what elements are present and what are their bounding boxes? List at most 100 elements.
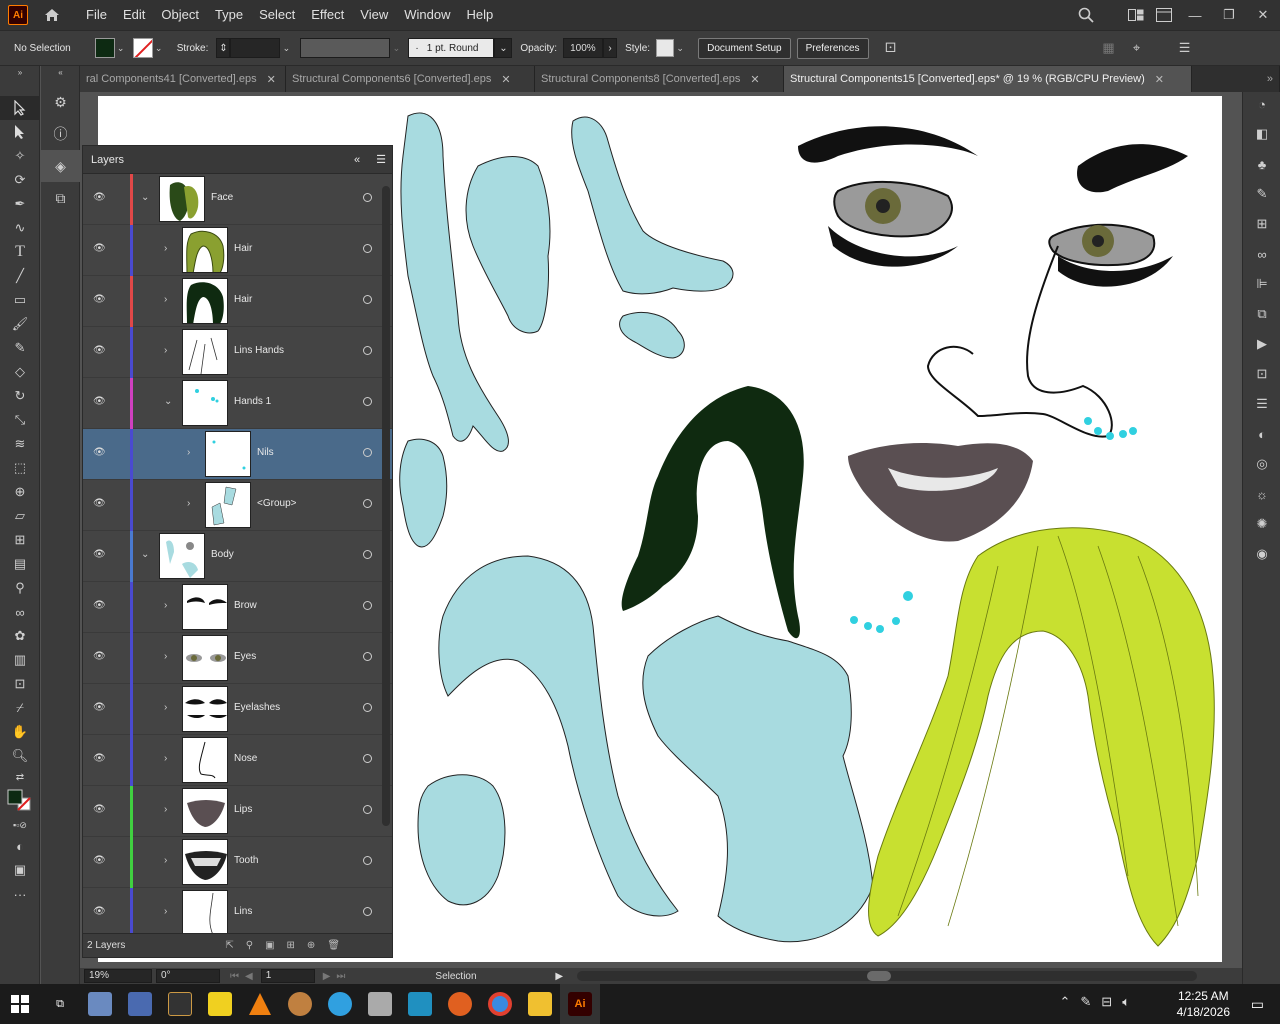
layers-panel-icon[interactable]: ◈	[41, 150, 80, 182]
visibility-eye-icon[interactable]: 👁︎	[93, 753, 106, 765]
symbol-sprayer-icon[interactable]: ✿	[0, 624, 40, 648]
volume-icon[interactable]: 🔈︎	[1122, 994, 1130, 1010]
eraser-icon[interactable]: ◇	[0, 360, 40, 384]
layer-row[interactable]: 👁︎ › Lins	[83, 888, 392, 939]
layer-name[interactable]: Body	[211, 549, 234, 560]
more-tabs-icon[interactable]: »	[1260, 66, 1280, 92]
gradient-icon[interactable]: ◐	[1243, 422, 1280, 446]
artboard-nav-prev-icon[interactable]: ◀	[245, 971, 253, 982]
app-icon-4[interactable]	[320, 984, 360, 1024]
search-icon[interactable]	[1072, 1, 1100, 29]
swap-colors-icon[interactable]: ⇄	[0, 768, 40, 786]
target-circle-icon[interactable]	[363, 295, 372, 304]
warp-tool-icon[interactable]: ≋	[0, 432, 40, 456]
layer-row[interactable]: 👁︎ › Hair	[83, 276, 392, 327]
lasso-icon[interactable]: ⟳	[0, 168, 40, 192]
type-tool-icon[interactable]: T	[0, 240, 40, 264]
chevron-down-icon[interactable]: ⌄	[115, 43, 127, 54]
chevron-up-icon[interactable]: ⌃	[1059, 994, 1070, 1010]
image-trace-icon[interactable]: ◉	[1243, 542, 1280, 566]
target-circle-icon[interactable]	[363, 601, 372, 610]
layer-name[interactable]: Lins	[234, 906, 252, 917]
menu-effect[interactable]: Effect	[303, 0, 352, 30]
free-transform-icon[interactable]: ⬚	[0, 456, 40, 480]
selection-tool-icon[interactable]	[0, 96, 40, 120]
graphic-styles-icon[interactable]: ✺	[1243, 512, 1280, 536]
layer-name[interactable]: Face	[211, 192, 233, 203]
layer-name[interactable]: Brow	[234, 600, 257, 611]
clipping-mask-icon[interactable]: ▣	[265, 940, 274, 951]
artboard-tool-icon[interactable]: ⊡	[0, 672, 40, 696]
illustrator-taskbar-icon[interactable]: Ai	[560, 984, 600, 1024]
target-circle-icon[interactable]	[363, 550, 372, 559]
scale-tool-icon[interactable]: ⤡	[0, 408, 40, 432]
rotation-field[interactable]: 0°	[156, 969, 220, 983]
blob-brush-icon[interactable]: ✎	[0, 336, 40, 360]
studio-app-icon[interactable]	[160, 984, 200, 1024]
firefox-icon[interactable]	[440, 984, 480, 1024]
menu-view[interactable]: View	[352, 0, 396, 30]
layer-row[interactable]: 👁︎ ⌄ Body	[83, 531, 392, 582]
artboard-nav-first-icon[interactable]: ⏮	[230, 971, 239, 982]
visibility-eye-icon[interactable]: 👁︎	[93, 600, 106, 612]
status-menu-icon[interactable]: ▶	[555, 971, 563, 982]
collapse-arrows-icon[interactable]: »	[0, 66, 40, 78]
player-app-icon[interactable]	[200, 984, 240, 1024]
chevron-down-icon[interactable]: ⌄	[141, 192, 149, 203]
artboards-panel-icon[interactable]: ⧉	[41, 182, 80, 214]
layer-row[interactable]: 👁︎ › Eyes	[83, 633, 392, 684]
draw-mode-icon[interactable]: ◐	[0, 834, 40, 858]
layer-row[interactable]: 👁︎ › Eyelashes	[83, 684, 392, 735]
rectangle-tool-icon[interactable]: ▭	[0, 288, 40, 312]
actions-icon[interactable]: ▶	[1243, 332, 1280, 356]
curvature-icon[interactable]: ∿	[0, 216, 40, 240]
fill-stroke-icon[interactable]	[0, 786, 40, 816]
scroll-thumb[interactable]	[867, 971, 892, 981]
horizontal-scrollbar[interactable]	[577, 971, 1198, 981]
restore-icon[interactable]: ❐	[1212, 1, 1246, 29]
layer-name[interactable]: Hair	[234, 294, 252, 305]
layer-name[interactable]: Nils	[257, 447, 274, 458]
chevron-right-icon[interactable]: ›	[164, 600, 167, 611]
collapse-arrows-icon[interactable]: «	[354, 154, 360, 166]
opacity-arrow[interactable]: ›	[603, 38, 618, 58]
layer-row[interactable]: 👁︎ › Nils	[83, 429, 392, 480]
layer-row[interactable]: 👁︎ › Brow	[83, 582, 392, 633]
delete-icon[interactable]: 🗑︎	[327, 940, 340, 951]
opacity-input[interactable]: 100%	[563, 38, 604, 58]
visibility-eye-icon[interactable]: 👁︎	[93, 855, 106, 867]
artboard-nav-last-icon[interactable]: ⏭	[336, 971, 345, 982]
minimize-icon[interactable]: —	[1178, 1, 1212, 29]
arrange-documents-icon[interactable]	[1122, 1, 1150, 29]
links-icon[interactable]: ∞	[1243, 242, 1280, 266]
style-swatch[interactable]	[656, 39, 675, 57]
layer-row[interactable]: 👁︎ › Hair	[83, 225, 392, 276]
app-icon-3[interactable]	[280, 984, 320, 1024]
preferences-button[interactable]: Preferences	[796, 37, 869, 59]
stroke-swatch[interactable]	[132, 38, 153, 58]
target-circle-icon[interactable]	[363, 193, 372, 202]
fill-swatch[interactable]	[94, 38, 115, 58]
layer-name[interactable]: Eyelashes	[234, 702, 280, 713]
chevron-right-icon[interactable]: ›	[164, 243, 167, 254]
layer-row[interactable]: 👁︎ › Lins Hands	[83, 327, 392, 378]
close-icon[interactable]: ✕	[1246, 1, 1280, 29]
symbols-icon[interactable]: ⊞	[1243, 212, 1280, 236]
zoom-field[interactable]: 19%	[84, 969, 152, 983]
layer-name[interactable]: <Group>	[257, 498, 296, 509]
layer-row[interactable]: 👁︎ › Lips	[83, 786, 392, 837]
artboard-nav-next-icon[interactable]: ▶	[323, 971, 331, 982]
visibility-eye-icon[interactable]: 👁︎	[93, 447, 106, 459]
workspace-icon[interactable]	[1150, 1, 1178, 29]
brushes-icon[interactable]: ✎	[1243, 182, 1280, 206]
properties-gear-icon[interactable]: ⚙	[41, 86, 80, 118]
layer-name[interactable]: Hair	[234, 243, 252, 254]
collapse-arrows-icon[interactable]: «	[41, 66, 80, 78]
new-layer-icon[interactable]: ⊕	[307, 940, 315, 951]
target-circle-icon[interactable]	[363, 244, 372, 253]
chevron-right-icon[interactable]: ›	[164, 345, 167, 356]
chevron-right-icon[interactable]: ›	[187, 498, 190, 509]
menu-object[interactable]: Object	[153, 0, 207, 30]
chevron-right-icon[interactable]: ›	[187, 447, 190, 458]
visibility-eye-icon[interactable]: 👁︎	[93, 804, 106, 816]
